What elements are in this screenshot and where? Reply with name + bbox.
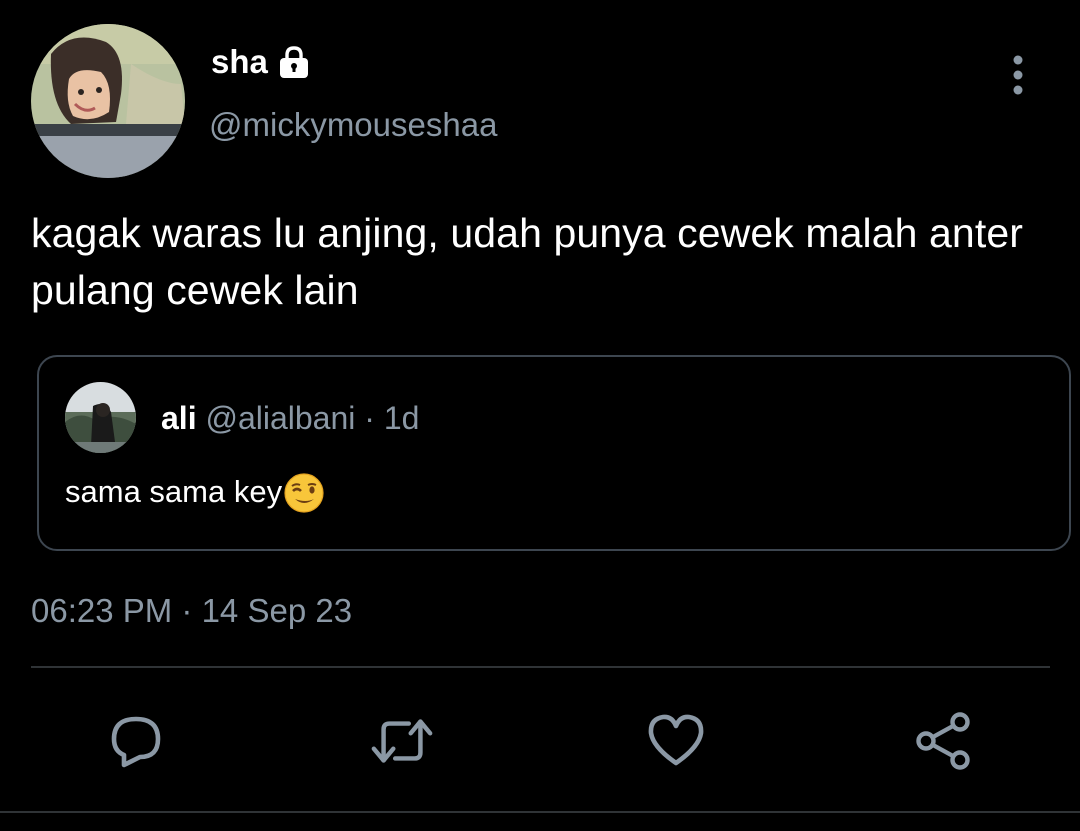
reply-icon (111, 716, 161, 768)
tweet-text: kagak waras lu anjing, udah punya cewek … (31, 210, 1023, 313)
author-avatar-image (31, 24, 185, 178)
quoted-tweet-text-row: sama sama key (65, 470, 325, 514)
heart-icon (648, 714, 704, 766)
retweet-button[interactable] (370, 710, 434, 772)
divider (31, 666, 1050, 668)
like-button[interactable] (644, 710, 708, 772)
quoted-separator: · (355, 400, 384, 436)
more-options-button[interactable] (998, 50, 1038, 100)
share-icon (916, 712, 970, 770)
quoted-author-avatar-image (65, 382, 136, 453)
quoted-display-name[interactable]: ali (161, 400, 197, 436)
bottom-divider (0, 811, 1080, 813)
author-display-name-row[interactable]: sha (211, 42, 311, 82)
quoted-tweet-text: sama sama key (65, 474, 283, 509)
tweet-timestamp[interactable]: 06:23 PM · 14 Sep 23 (31, 590, 352, 632)
reply-button[interactable] (104, 710, 168, 772)
quoted-handle[interactable]: @alialbani (205, 400, 355, 436)
retweet-icon (371, 719, 433, 763)
quoted-tweet-header: ali @alialbani · 1d (161, 398, 419, 438)
share-button[interactable] (912, 710, 976, 772)
author-handle[interactable]: @mickymouseshaa (209, 104, 497, 146)
author-avatar[interactable] (31, 24, 185, 178)
lock-icon (277, 45, 311, 79)
quoted-time: 1d (383, 400, 420, 436)
winking-face-emoji (283, 472, 325, 514)
author-display-name: sha (211, 43, 268, 80)
quoted-author-avatar[interactable] (65, 382, 136, 453)
more-vertical-icon (1013, 55, 1023, 95)
quoted-tweet-card[interactable]: ali @alialbani · 1d sama sama key (37, 355, 1071, 551)
